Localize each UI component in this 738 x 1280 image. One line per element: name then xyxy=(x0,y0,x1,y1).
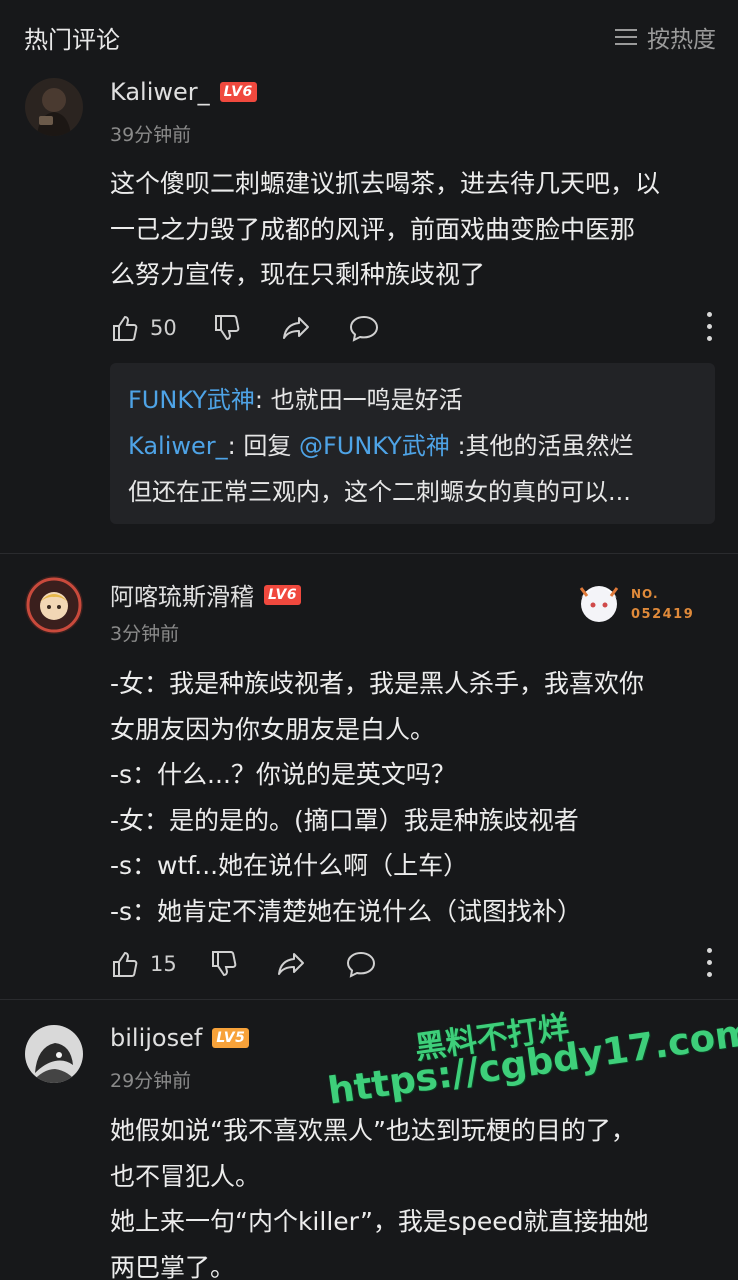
comment-text: 她假如说“我不喜欢黑人”也达到玩梗的目的了， 也不冒犯人。 她上来一句“内个ki… xyxy=(110,1116,649,1280)
username-text: bilijosef xyxy=(110,1024,203,1052)
badge-no-value: 052419 xyxy=(631,607,695,622)
reply-text: :其他的活虽然烂 xyxy=(449,432,634,460)
share-icon xyxy=(278,953,304,975)
reply-item: Kaliwer_: 回复 @FUNKY武神 :其他的活虽然烂 xyxy=(128,423,697,469)
avatar[interactable] xyxy=(25,78,83,136)
like-count: 50 xyxy=(150,316,177,340)
like-count: 15 xyxy=(150,952,177,976)
reply-author[interactable]: FUNKY武神 xyxy=(128,386,255,414)
comment-actions: 15 xyxy=(110,946,714,982)
comment-text: 这个傻呗二刺螈建议抓去喝茶，进去待几天吧，以 一己之力毁了成都的风评，前面戏曲变… xyxy=(110,169,661,289)
comment-bubble-icon xyxy=(346,951,376,978)
share-icon xyxy=(283,317,309,339)
more-options-icon[interactable] xyxy=(706,312,714,342)
share-button[interactable] xyxy=(275,946,307,982)
thumbs-up-icon xyxy=(113,951,138,977)
fan-number-badge: NO. 052419 xyxy=(573,575,703,631)
thumbs-up-icon xyxy=(113,315,138,341)
share-button[interactable] xyxy=(280,310,312,346)
username[interactable]: Kaliwer_ LV6 xyxy=(110,78,257,106)
reply-item: FUNKY武神: 也就田一鸣是好活 xyxy=(128,377,697,423)
reply-mention[interactable]: @FUNKY武神 xyxy=(299,432,450,460)
avatar[interactable] xyxy=(25,576,83,634)
sort-button[interactable]: 按热度 xyxy=(615,20,716,54)
level-badge: LV5 xyxy=(212,1028,250,1048)
reply-button[interactable] xyxy=(345,946,377,982)
thumbs-down-icon xyxy=(215,315,240,341)
avatar[interactable] xyxy=(25,1025,83,1083)
level-badge: LV6 xyxy=(219,82,257,102)
dislike-button[interactable] xyxy=(209,946,239,982)
reply-author[interactable]: Kaliwer_ xyxy=(128,432,228,460)
badge-no-label: NO. xyxy=(631,587,659,601)
level-badge: LV6 xyxy=(264,584,302,605)
reply-button[interactable] xyxy=(348,310,380,346)
username-text: 阿喀琉斯滑稽 xyxy=(110,583,254,611)
username[interactable]: bilijosef LV5 xyxy=(110,1024,250,1052)
more-options-icon[interactable] xyxy=(706,948,714,978)
comment-time: 39分钟前 xyxy=(110,124,192,146)
comment-actions: 50 xyxy=(110,310,714,346)
username-text: Kaliwer_ xyxy=(110,78,210,106)
reply-text-continued: 但还在正常三观内，这个二刺螈女的真的可以... xyxy=(128,478,631,506)
username[interactable]: 阿喀琉斯滑稽 LV6 xyxy=(110,577,302,612)
like-button[interactable]: 50 xyxy=(110,310,177,346)
anime-character-icon xyxy=(579,586,619,622)
divider xyxy=(0,999,738,1000)
dislike-button[interactable] xyxy=(212,310,242,346)
comment-time: 3分钟前 xyxy=(110,623,180,645)
like-button[interactable]: 15 xyxy=(110,946,177,982)
comment-text: -女：我是种族歧视者，我是黑人杀手，我喜欢你 女朋友因为你女朋友是白人。 -s：… xyxy=(110,669,645,926)
comment-bubble-icon xyxy=(349,315,379,342)
thumbs-down-icon xyxy=(212,951,237,977)
reply-preview-box[interactable]: FUNKY武神: 也就田一鸣是好活 Kaliwer_: 回复 @FUNKY武神 … xyxy=(110,363,715,524)
divider xyxy=(0,553,738,554)
sort-label: 按热度 xyxy=(647,27,716,53)
menu-lines-icon xyxy=(615,28,637,46)
section-title: 热门评论 xyxy=(24,26,120,54)
comment-time: 29分钟前 xyxy=(110,1070,192,1092)
reply-prefix: : 回复 xyxy=(227,432,299,460)
comments-header: 热门评论 按热度 xyxy=(0,0,738,70)
reply-text: : 也就田一鸣是好活 xyxy=(254,386,463,414)
